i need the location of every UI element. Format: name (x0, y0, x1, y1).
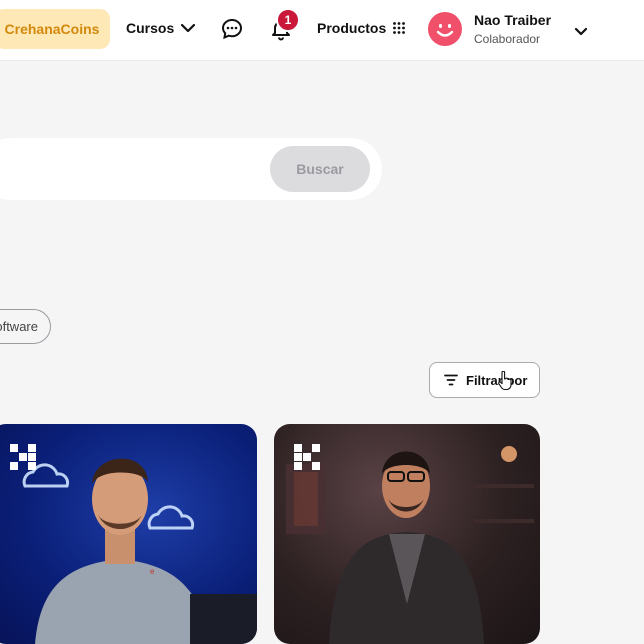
hand-pointer-icon (498, 371, 512, 391)
category-chip[interactable]: Software (0, 309, 51, 344)
filter-button[interactable]: Filtrar por (429, 362, 540, 398)
search-input[interactable] (0, 138, 240, 200)
cursos-menu[interactable]: Cursos (126, 20, 196, 36)
crehana-coins-button[interactable]: CrehanaCoins (0, 9, 110, 49)
svg-text:e: e (150, 567, 155, 576)
chevron-down-icon[interactable] (572, 22, 590, 40)
user-role: Colaborador (474, 32, 541, 46)
productos-menu[interactable]: Productos (317, 20, 406, 36)
user-name: Nao Traiber (474, 12, 552, 28)
filter-icon (444, 374, 458, 386)
top-navigation-bar: CrehanaCoins Cursos 1 Productos Nao Trai… (0, 0, 644, 61)
instructor-photo: e (22, 458, 257, 644)
cursos-label: Cursos (126, 20, 175, 36)
productos-label: Productos (317, 20, 387, 36)
course-card[interactable]: e (0, 424, 257, 644)
smiley-avatar-icon (436, 24, 454, 37)
user-avatar[interactable] (428, 12, 462, 46)
notification-badge: 1 (276, 8, 300, 32)
grid-dots-icon (393, 22, 406, 34)
coins-label: CrehanaCoins (4, 21, 100, 37)
chat-icon[interactable] (218, 15, 246, 43)
crehana-logo-icon (294, 444, 320, 470)
crehana-logo-icon (10, 444, 36, 470)
course-card[interactable] (274, 424, 540, 644)
search-button-label: Buscar (296, 161, 344, 177)
search-bar: Buscar (0, 138, 382, 200)
chevron-down-icon (181, 23, 196, 33)
category-chip-label: Software (0, 319, 38, 334)
search-button[interactable]: Buscar (270, 146, 370, 192)
